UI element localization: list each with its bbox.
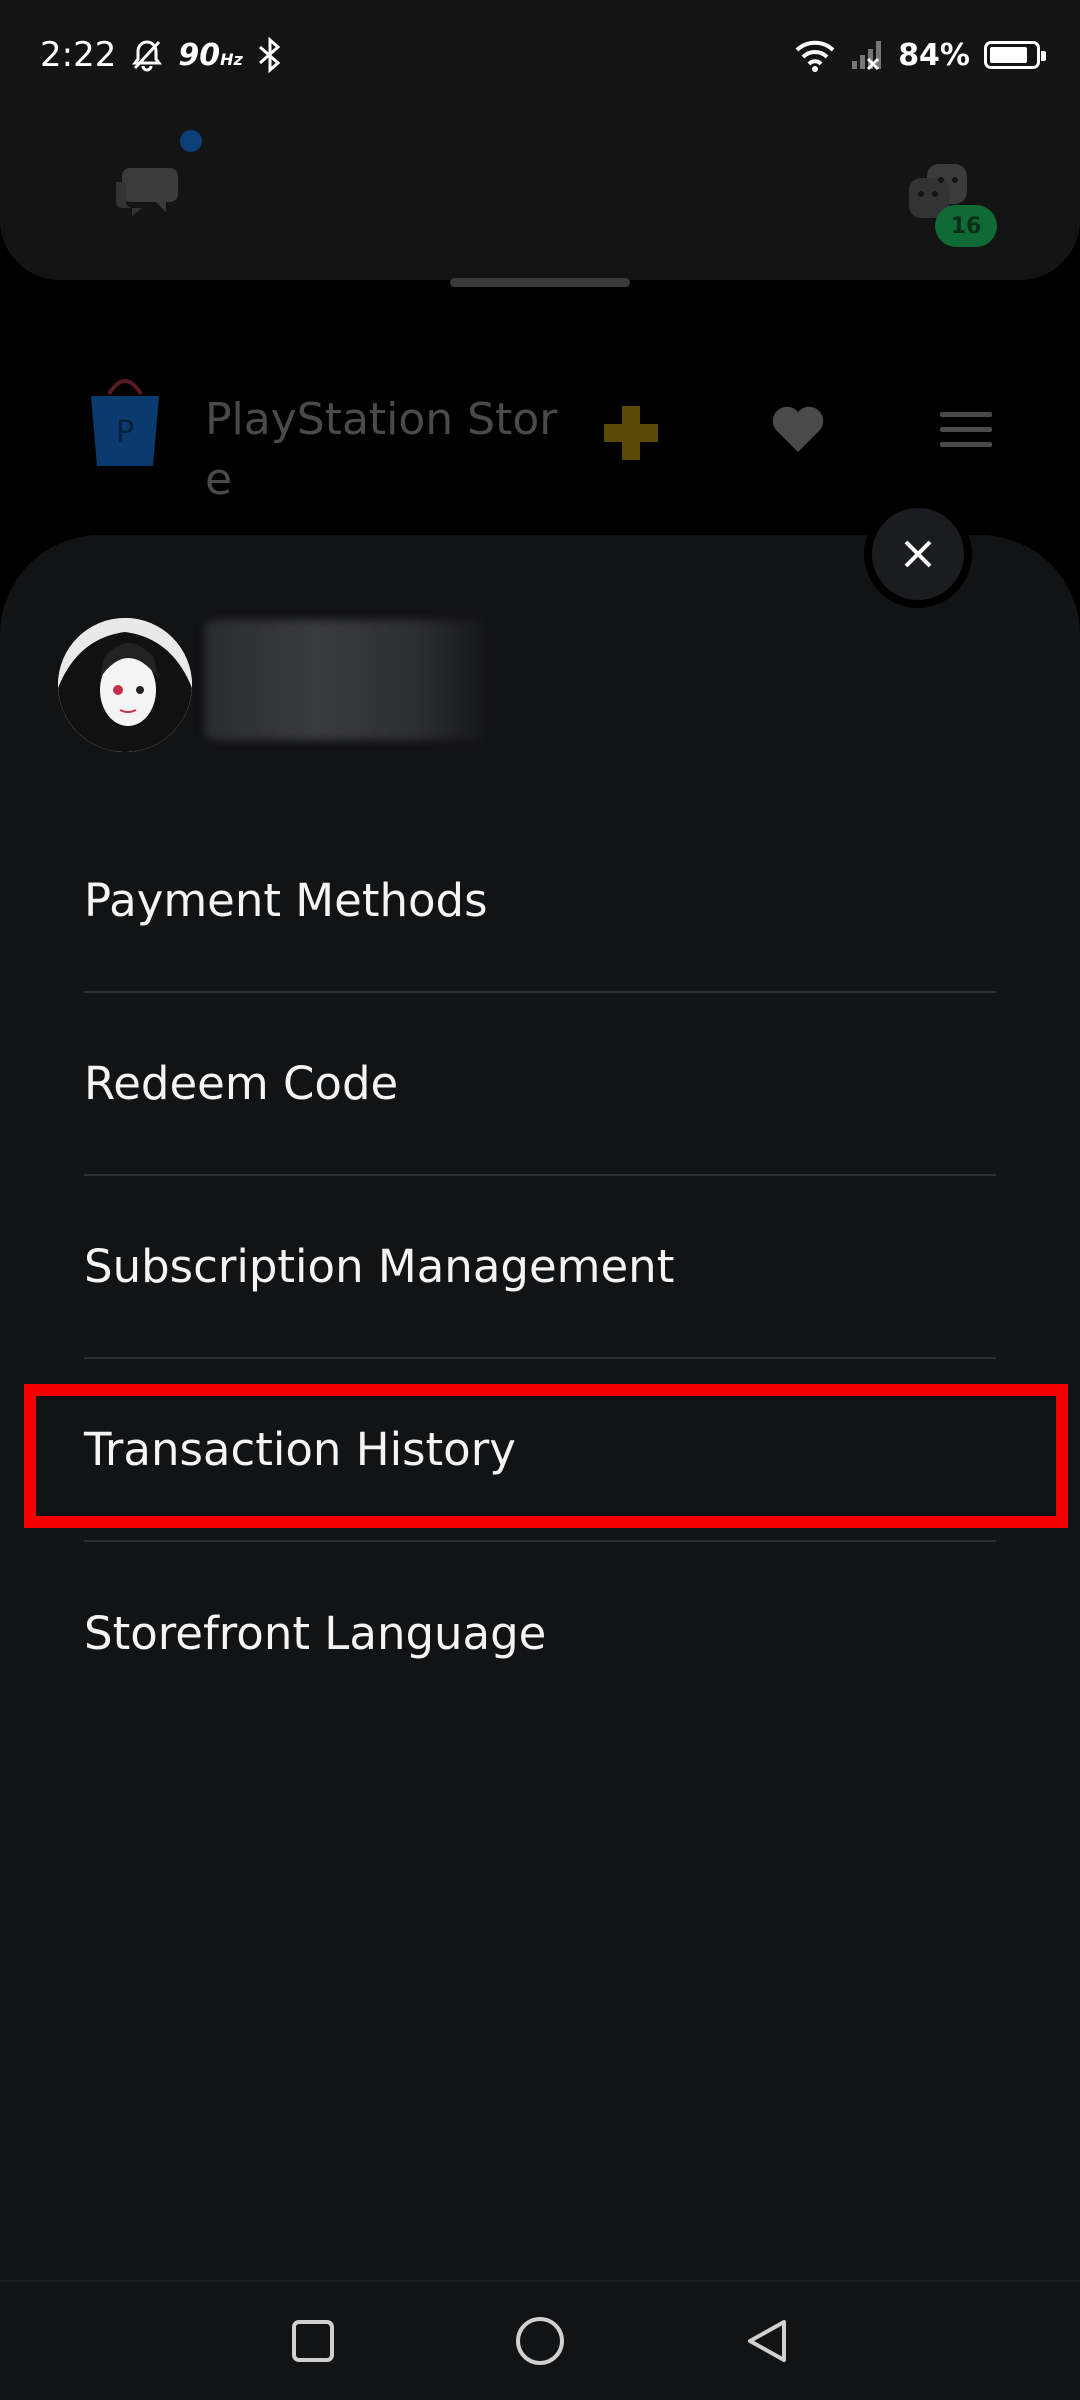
navigation-bar bbox=[0, 2280, 1080, 2400]
refresh-rate-value: 90 bbox=[178, 37, 221, 73]
wifi-icon bbox=[795, 40, 835, 72]
battery-icon bbox=[984, 41, 1046, 69]
hamburger-icon[interactable] bbox=[940, 410, 992, 450]
friends-badge: 16 bbox=[935, 205, 997, 247]
menu-item-redeem-code[interactable]: Redeem Code bbox=[84, 993, 996, 1176]
signal-icon bbox=[852, 41, 882, 71]
store-header: P PlayStation Store bbox=[0, 340, 1080, 520]
menu-item-label: Transaction History bbox=[84, 1423, 516, 1476]
mute-bell-icon bbox=[132, 40, 163, 72]
status-time: 2:22 bbox=[40, 35, 117, 75]
status-bar: 2:22 90Hz 84% bbox=[0, 0, 1080, 110]
battery-percent: 84% bbox=[898, 37, 970, 73]
menu-item-label: Subscription Management bbox=[84, 1240, 675, 1293]
battery-fill bbox=[990, 47, 1027, 63]
circle-icon bbox=[515, 2317, 564, 2365]
store-title: PlayStation Store bbox=[205, 394, 558, 505]
home-button[interactable] bbox=[510, 2311, 570, 2371]
menu-item-label: Payment Methods bbox=[84, 874, 488, 927]
username-redacted bbox=[205, 620, 485, 740]
menu-item-transaction-history[interactable]: Transaction History bbox=[84, 1359, 996, 1542]
refresh-rate: 90Hz bbox=[178, 38, 242, 73]
notification-dot bbox=[180, 130, 202, 152]
menu-item-storefront-language[interactable]: Storefront Language bbox=[84, 1542, 996, 1725]
avatar[interactable] bbox=[58, 618, 192, 752]
menu-item-label: Redeem Code bbox=[84, 1057, 399, 1110]
menu-item-subscription-management[interactable]: Subscription Management bbox=[84, 1176, 996, 1359]
bluetooth-icon bbox=[258, 37, 281, 73]
chat-icon[interactable] bbox=[110, 160, 180, 220]
ps-plus-icon[interactable] bbox=[600, 402, 662, 464]
menu-item-payment-methods[interactable]: Payment Methods bbox=[84, 810, 996, 993]
drag-handle[interactable] bbox=[450, 278, 630, 287]
close-icon bbox=[904, 540, 932, 568]
account-menu-list: Payment Methods Redeem Code Subscription… bbox=[84, 810, 996, 1725]
menu-item-label: Storefront Language bbox=[84, 1607, 547, 1660]
close-button[interactable] bbox=[864, 500, 972, 608]
heart-icon[interactable] bbox=[770, 402, 826, 458]
square-icon bbox=[292, 2320, 335, 2362]
refresh-rate-unit: Hz bbox=[220, 49, 243, 69]
triangle-back-icon bbox=[747, 2320, 786, 2362]
screen: 16 P PlayStation Store 2:22 90Hz 84% Pay… bbox=[0, 0, 1080, 2400]
recents-button[interactable] bbox=[283, 2311, 343, 2371]
playstation-store-logo: P bbox=[91, 379, 159, 466]
back-button[interactable] bbox=[737, 2311, 797, 2371]
svg-text:P: P bbox=[116, 415, 134, 450]
avatar-image bbox=[58, 618, 192, 752]
